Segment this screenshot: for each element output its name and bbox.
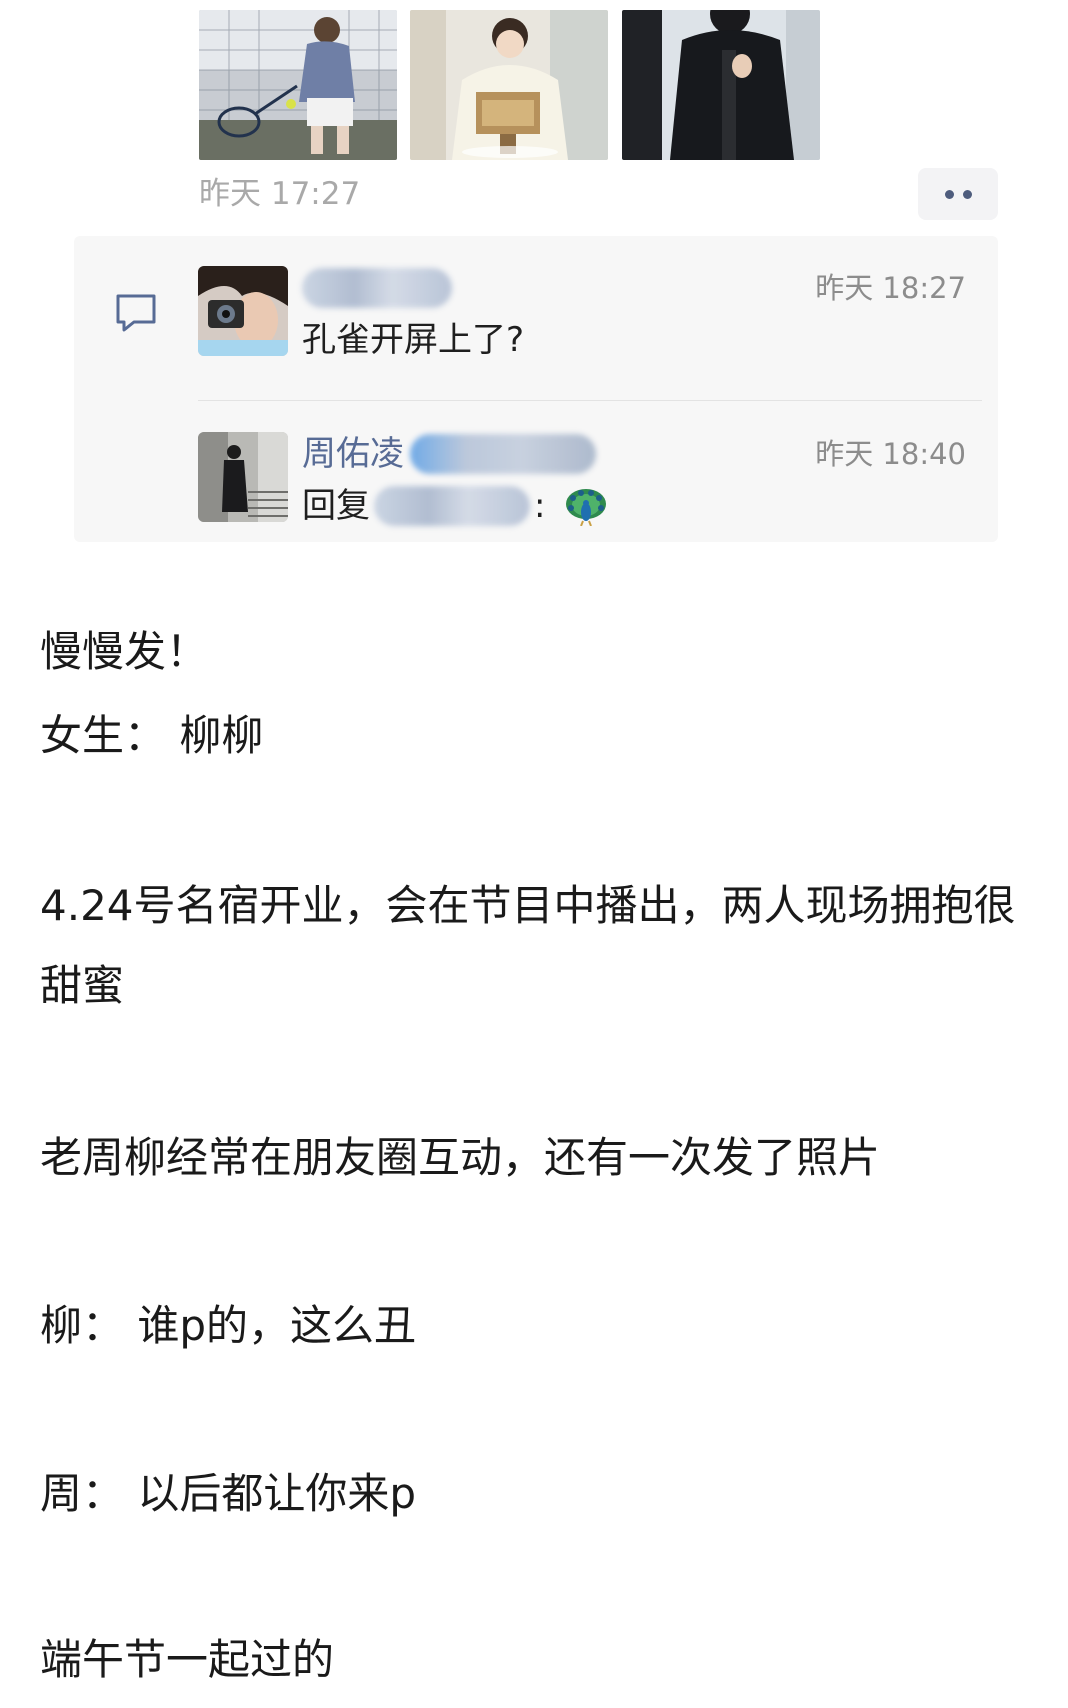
comment-divider	[198, 400, 982, 401]
post-photo-1[interactable]	[199, 10, 397, 160]
avatar[interactable]	[198, 432, 288, 522]
article-paragraph: 周： 以后都让你来p	[40, 1469, 417, 1518]
comment-timestamp: 昨天 18:27	[815, 271, 966, 305]
blurred-name	[410, 434, 596, 474]
more-dot	[944, 189, 954, 199]
more-dot	[962, 189, 972, 199]
comment-text: 孔雀开屏上了?	[302, 318, 524, 362]
reply-separator: :	[534, 486, 546, 526]
blurred-name	[302, 268, 452, 308]
post-timestamp: 昨天 17:27	[199, 176, 361, 212]
article-paragraph: 端午节一起过的	[40, 1635, 335, 1684]
comment-item[interactable]: 昨天 18:27 孔雀开屏上了?	[198, 266, 982, 366]
avatar[interactable]	[198, 266, 288, 356]
comment-timestamp: 昨天 18:40	[815, 437, 966, 471]
peacock-emoji-icon	[566, 489, 607, 526]
comment-text-content: 孔雀开屏上了?	[302, 320, 525, 360]
more-actions-button[interactable]	[918, 168, 998, 220]
commenter-name[interactable]: 周佑凌	[302, 432, 404, 476]
comment-text: 回复 :	[302, 484, 609, 528]
post-photo-3[interactable]	[622, 10, 820, 160]
blurred-reply-name[interactable]	[374, 486, 530, 526]
comment-bubble-icon	[116, 294, 156, 332]
article-paragraph: 慢慢发！	[40, 627, 209, 676]
commenter-name-row	[302, 266, 452, 310]
article-paragraph: 老周柳经常在朋友圈互动，还有一次发了照片	[40, 1133, 881, 1182]
commenter-name-row: 周佑凌	[302, 432, 596, 476]
article-paragraph: 女生： 柳柳	[40, 711, 264, 760]
article-paragraph: 柳： 谁p的，这么丑	[40, 1301, 417, 1350]
comments-panel: 昨天 18:27 孔雀开屏上了? 周佑凌 昨天 18:40 回复:	[74, 236, 998, 542]
post-photo-2[interactable]	[410, 10, 608, 160]
comment-item[interactable]: 周佑凌 昨天 18:40 回复 :	[198, 432, 982, 532]
article-paragraph: 4.24号名宿开业，会在节目中播出，两人现场拥抱很甜蜜	[40, 881, 1016, 1010]
reply-prefix: 回复	[302, 486, 370, 526]
